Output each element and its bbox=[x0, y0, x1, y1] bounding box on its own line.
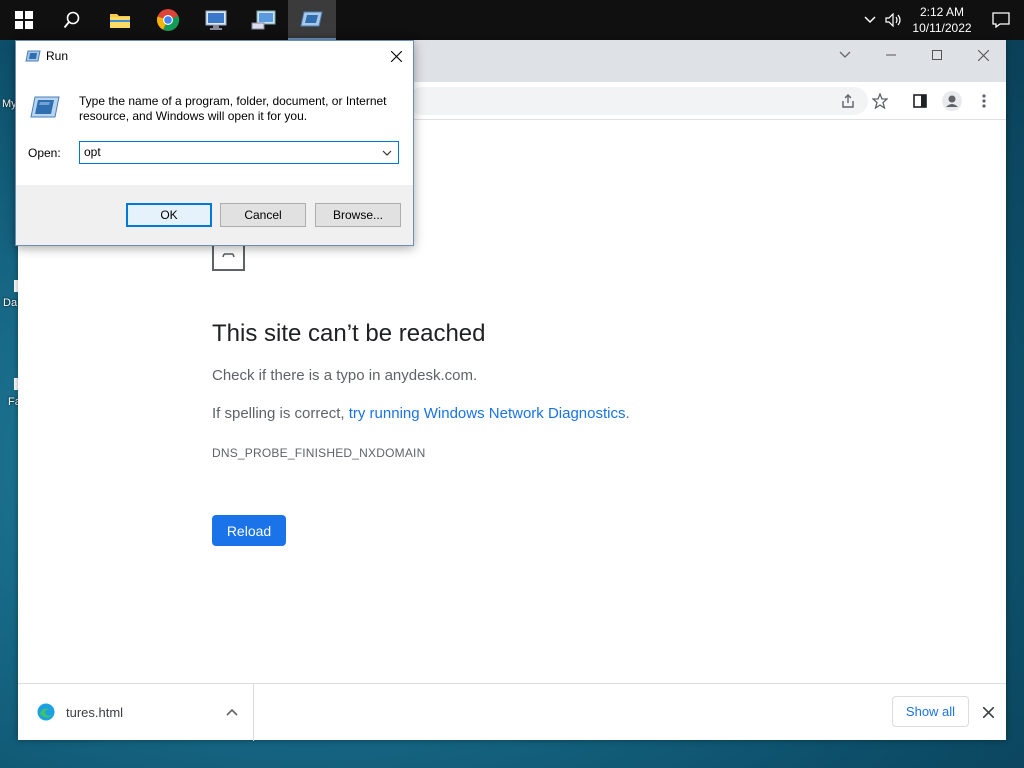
open-combobox[interactable] bbox=[79, 141, 399, 164]
run-icon bbox=[300, 11, 323, 27]
error-code: DNS_PROBE_FINISHED_NXDOMAIN bbox=[212, 446, 426, 460]
maximize-icon bbox=[932, 50, 942, 60]
taskbar: 2:12 AM 10/11/2022 bbox=[0, 0, 1024, 40]
chrome-menu-button[interactable] bbox=[971, 88, 997, 114]
share-button[interactable] bbox=[835, 88, 861, 114]
error-title: This site can’t be reached bbox=[212, 320, 486, 347]
search-button[interactable] bbox=[48, 0, 96, 40]
chevron-down-icon bbox=[382, 150, 392, 156]
clock-time: 2:12 AM bbox=[919, 5, 965, 19]
close-icon bbox=[390, 50, 402, 62]
close-icon bbox=[982, 706, 994, 718]
run-body: Type the name of a program, folder, docu… bbox=[16, 71, 413, 185]
more-vert-icon bbox=[982, 94, 986, 108]
download-shelf: tures.html Show all bbox=[18, 683, 1006, 741]
chrome-icon bbox=[157, 9, 180, 31]
close-button[interactable] bbox=[960, 40, 1006, 70]
network-diagnostics-link[interactable]: try running Windows Network Diagnostics bbox=[349, 405, 626, 422]
ok-button[interactable]: OK bbox=[126, 203, 212, 227]
run-titlebar[interactable]: Run bbox=[16, 41, 413, 71]
edge-file-icon bbox=[37, 703, 55, 721]
run-button-bar: OK Cancel Browse... bbox=[16, 185, 413, 245]
close-download-shelf-button[interactable] bbox=[976, 700, 1000, 724]
start-button[interactable] bbox=[0, 0, 48, 40]
chevron-up-icon bbox=[226, 708, 238, 716]
show-all-button[interactable]: Show all bbox=[892, 696, 969, 727]
remote-desktop-button[interactable] bbox=[192, 0, 240, 40]
desktop-icon-label[interactable]: Da bbox=[3, 297, 17, 309]
chevron-down-icon bbox=[839, 51, 851, 58]
cancel-button[interactable]: Cancel bbox=[220, 203, 306, 227]
open-label: Open: bbox=[28, 146, 61, 160]
side-panel-button[interactable] bbox=[907, 88, 933, 114]
error-message-diagnostics: If spelling is correct, try running Wind… bbox=[212, 405, 630, 422]
system-tray: 2:12 AM 10/11/2022 bbox=[858, 0, 1024, 40]
open-dropdown-button[interactable] bbox=[378, 144, 396, 162]
show-hidden-icons-button[interactable] bbox=[858, 0, 882, 40]
run-taskbar-button[interactable] bbox=[288, 0, 336, 40]
browse-button[interactable]: Browse... bbox=[315, 203, 401, 227]
error-message-typo: Check if there is a typo in anydesk.com. bbox=[212, 367, 478, 384]
chrome-button[interactable] bbox=[144, 0, 192, 40]
run-title: Run bbox=[46, 49, 69, 63]
share-icon bbox=[842, 94, 854, 108]
action-center-button[interactable] bbox=[978, 0, 1024, 40]
clock[interactable]: 2:12 AM 10/11/2022 bbox=[906, 4, 978, 36]
download-filename: tures.html bbox=[66, 705, 124, 720]
search-icon bbox=[63, 11, 80, 29]
windows-logo-icon bbox=[15, 11, 33, 29]
bookmark-button[interactable] bbox=[867, 88, 893, 114]
run-close-button[interactable] bbox=[379, 41, 413, 71]
maximize-button[interactable] bbox=[914, 40, 960, 70]
network-tool-button[interactable] bbox=[240, 0, 288, 40]
close-icon bbox=[977, 49, 989, 61]
diagnostics-suffix: . bbox=[625, 405, 630, 422]
star-icon bbox=[872, 93, 888, 109]
network-monitor-icon bbox=[251, 10, 276, 30]
file-explorer-button[interactable] bbox=[96, 0, 144, 40]
download-options-button[interactable] bbox=[222, 702, 242, 722]
clock-date: 10/11/2022 bbox=[912, 21, 972, 35]
run-large-icon bbox=[30, 96, 60, 118]
run-dialog: Run Type the name of a program, folder, … bbox=[15, 40, 414, 246]
download-item[interactable]: tures.html bbox=[18, 684, 254, 741]
address-bar[interactable] bbox=[408, 87, 868, 115]
speaker-icon bbox=[885, 13, 901, 27]
minimize-button[interactable] bbox=[868, 40, 914, 70]
diagnostics-prefix: If spelling is correct, bbox=[212, 405, 349, 422]
minimize-icon bbox=[886, 54, 896, 56]
run-app-icon bbox=[25, 50, 41, 62]
computer-monitor-icon bbox=[205, 10, 227, 30]
volume-button[interactable] bbox=[882, 0, 906, 40]
tab-search-button[interactable] bbox=[822, 40, 868, 70]
folder-icon bbox=[110, 14, 130, 28]
avatar-icon bbox=[942, 91, 962, 111]
reload-button[interactable]: Reload bbox=[212, 515, 286, 546]
side-panel-icon bbox=[913, 94, 927, 108]
profile-button[interactable] bbox=[939, 88, 965, 114]
notification-icon bbox=[992, 12, 1010, 28]
open-input[interactable] bbox=[84, 145, 374, 159]
run-description: Type the name of a program, folder, docu… bbox=[79, 94, 387, 123]
chevron-up-icon bbox=[864, 16, 876, 24]
